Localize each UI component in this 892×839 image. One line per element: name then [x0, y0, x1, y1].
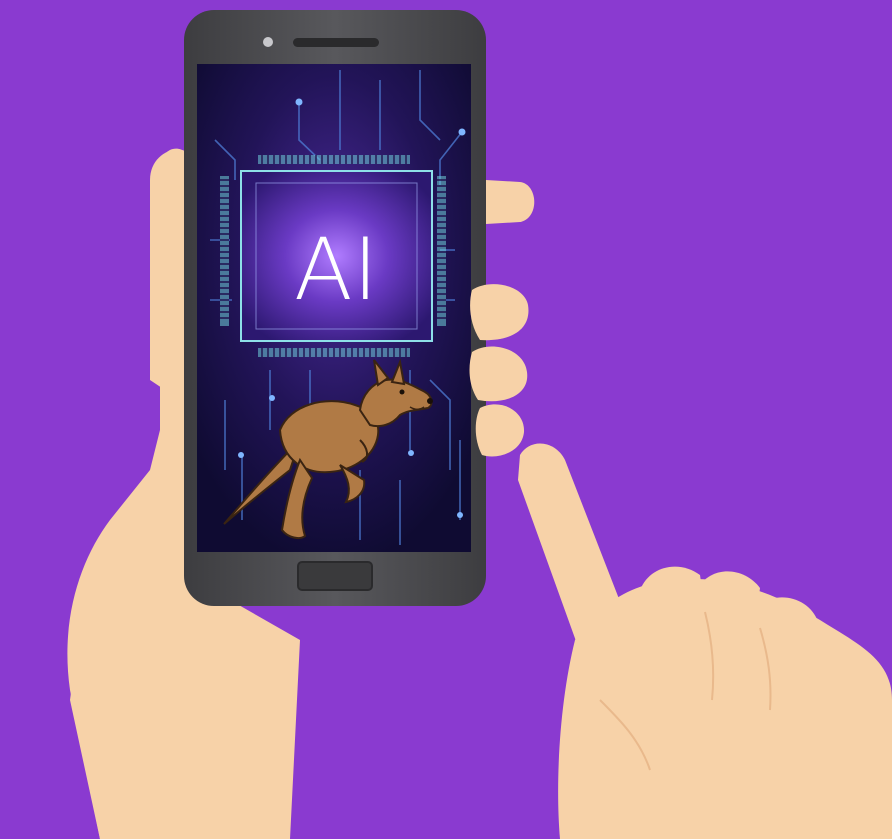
speaker-icon — [293, 38, 379, 47]
ai-chip: AI — [220, 155, 446, 357]
circuit-node — [295, 98, 303, 106]
circuit-node — [457, 512, 463, 518]
circuit-node — [238, 452, 244, 458]
circuit-node — [458, 128, 466, 136]
scene: AI — [0, 0, 892, 839]
chip-label: AI — [294, 220, 378, 320]
circuit-node — [408, 450, 414, 456]
screen: AI — [197, 64, 471, 552]
circuit-node — [269, 395, 275, 401]
home-button[interactable] — [297, 561, 373, 591]
camera-icon — [263, 37, 273, 47]
